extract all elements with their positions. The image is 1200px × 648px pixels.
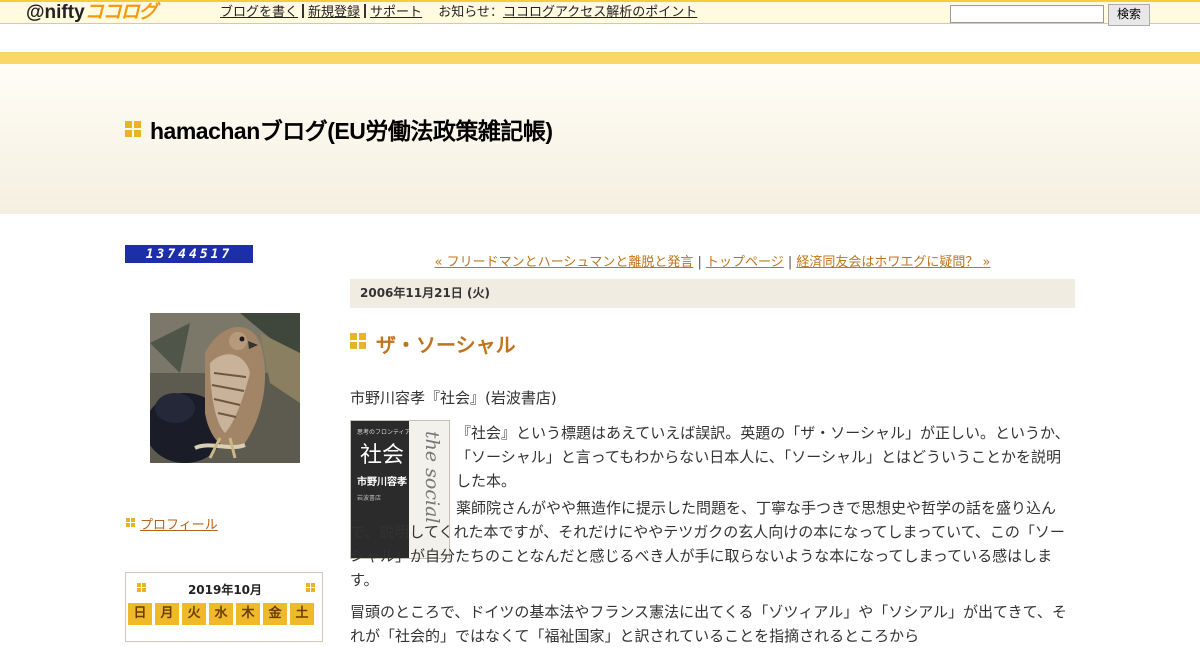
blog-title[interactable]: hamachanブログ(EU労働法政策雑記帳) [150, 112, 553, 146]
weekday-thu: 木 [236, 603, 260, 625]
nav-sep: | [783, 255, 797, 270]
nav-write-blog-link[interactable]: ブログを書く [220, 5, 298, 20]
weekday-fri: 金 [263, 603, 287, 625]
entry-title[interactable]: ザ・ソーシャル [376, 329, 516, 358]
entry-paragraph: 薬師院さんがやや無造作に提示した問題を、丁寧な手つきで思想史や哲学の話を盛り込ん… [350, 499, 1065, 589]
hawk-photo-icon [150, 313, 300, 463]
nifty-top-bar: @niftyココログ ブログを書く 新規登録 サポート お知らせ：ココログアクセス解… [0, 0, 1200, 26]
nav-register-link[interactable]: 新規登録 [308, 5, 360, 20]
nav-sep: | [693, 255, 706, 270]
nifty-cocolog-logo[interactable]: @niftyココログ [26, 2, 158, 24]
entry-paragraph: 『社会』という標題はあえていえば誤訳。英題の「ザ・ソーシャル」が正しい。というか… [456, 424, 1070, 490]
weekday-sun: 日 [128, 603, 152, 625]
search-input[interactable] [950, 5, 1104, 23]
access-counter: 13744517 [125, 245, 253, 263]
book-cover-title: 社会 [360, 443, 405, 468]
weekday-tue: 火 [182, 603, 206, 625]
nav-divider [302, 4, 305, 18]
news-label: お知らせ [438, 5, 490, 20]
search-button[interactable]: 検索 [1108, 4, 1150, 26]
logo-cocolog-text: ココログ [84, 2, 158, 23]
top-page-link[interactable]: トップページ [706, 255, 784, 270]
weekday-mon: 月 [155, 603, 179, 625]
top-nav: ブログを書く 新規登録 サポート お知らせ：ココログアクセス解析のポイント [220, 4, 697, 22]
calendar-title: 2019年10月 [187, 583, 263, 597]
weekday-sat: 土 [290, 603, 314, 625]
calendar-widget: 2019年10月 日 月 火 水 木 金 土 [125, 572, 323, 642]
prev-entry-link[interactable]: « フリードマンとハーシュマンと離脱と発言 [435, 255, 694, 270]
weekday-wed: 水 [209, 603, 233, 625]
nav-support-link[interactable]: サポート [370, 5, 422, 20]
news-colon: ： [489, 5, 503, 20]
entry-title-bullet-icon [350, 333, 366, 349]
calendar-next-icon[interactable] [306, 583, 315, 592]
calendar-weekday-row: 日 月 火 水 木 金 土 [128, 603, 314, 625]
book-series: 思考のフロンティア [357, 429, 411, 436]
profile-bullet-icon [126, 518, 135, 527]
profile-avatar[interactable] [150, 313, 300, 463]
book-reference: 市野川容孝『社会』(岩波書店) [350, 389, 557, 407]
news-link[interactable]: ココログアクセス解析のポイント [503, 5, 697, 20]
book-cover-author: 市野川容孝 [357, 477, 407, 488]
header-stripe [0, 52, 1200, 64]
profile-link[interactable]: プロフィール [140, 514, 218, 533]
entry-paragraph: 冒頭のところで、ドイツの基本法やフランス憲法に出てくる「ゾツィアル」や「ソシアル… [350, 603, 1067, 645]
entry-date-header: 2006年11月21日 (火) [350, 279, 1075, 308]
nav-divider [364, 4, 367, 18]
logo-nifty-text: @nifty [26, 2, 85, 23]
next-entry-link[interactable]: 経済同友会はホワエグに疑問？ » [796, 255, 990, 270]
entry-navigation: « フリードマンとハーシュマンと離脱と発言 | トップページ | 経済同友会はホ… [350, 251, 1075, 270]
title-bullet-icon [125, 121, 141, 137]
counter-value: 13744517 [145, 246, 233, 262]
